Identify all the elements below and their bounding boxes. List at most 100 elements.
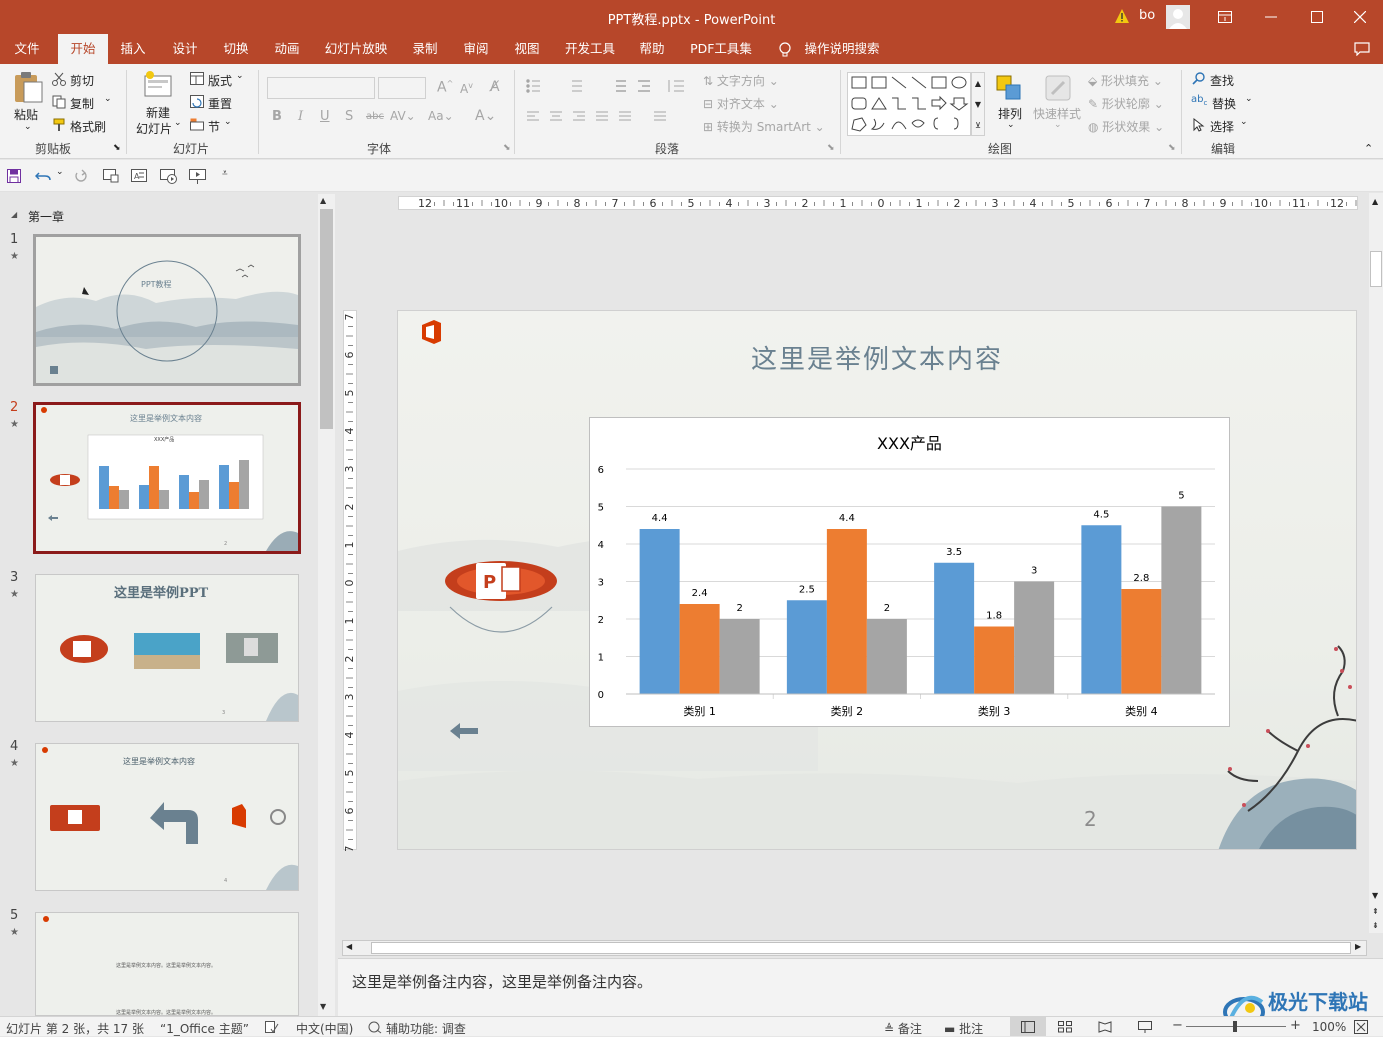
decrease-font-icon[interactable]: Av	[460, 81, 473, 96]
reading-view-icon[interactable]	[1098, 1021, 1112, 1033]
clipboard-launcher-icon[interactable]: ⬊	[113, 143, 121, 153]
replace-icon[interactable]: abc	[1191, 94, 1207, 107]
powerpoint-logo-graphic[interactable]: P	[438, 547, 568, 637]
text-direction-button[interactable]: ⇅ 文字方向 ⌄	[703, 72, 779, 89]
scrollbar-thumb[interactable]	[320, 209, 333, 429]
slideshow-icon[interactable]	[189, 169, 207, 185]
zoom-in-button[interactable]: +	[1290, 1018, 1301, 1033]
text-box-icon[interactable]: A	[131, 169, 147, 183]
tab-transitions[interactable]: 切换	[215, 34, 257, 64]
list-icons[interactable]	[526, 78, 610, 94]
slideshow-view-icon[interactable]	[1138, 1021, 1152, 1033]
thumbnail-slide-5[interactable]: 这里是举例文本内容。这里是举例文本内容。 这里是举例文本内容。这里是举例文本内容…	[35, 912, 299, 1016]
ribbon-display-icon[interactable]	[1202, 0, 1248, 34]
accessibility-icon[interactable]	[368, 1021, 382, 1034]
chart-bar[interactable]	[1014, 581, 1055, 695]
present-from-current-icon[interactable]	[160, 169, 178, 185]
tab-slideshow[interactable]: 幻灯片放映	[318, 34, 394, 64]
tab-home[interactable]: 开始	[58, 34, 108, 64]
scroll-up-icon[interactable]: ▲	[320, 196, 326, 205]
copy-icon[interactable]	[52, 95, 66, 109]
zoom-slider-thumb[interactable]	[1233, 1021, 1237, 1032]
chart-bar[interactable]	[679, 604, 720, 694]
scroll-right-icon[interactable]: ▶	[1355, 942, 1361, 951]
slide-sorter-icon[interactable]	[1058, 1021, 1072, 1033]
tab-help[interactable]: 帮助	[631, 34, 673, 64]
align-text-button[interactable]: ⊟ 对齐文本 ⌄	[703, 95, 779, 112]
thumbnail-slide-2[interactable]: 这里是举例文本内容 XXX产品 2	[33, 402, 301, 554]
paste-button[interactable]: 粘贴	[14, 106, 38, 123]
quick-styles-dropdown-icon[interactable]: ⌄	[1054, 120, 1062, 130]
line-spacing-icon[interactable]	[666, 78, 692, 94]
spelling-icon[interactable]	[265, 1021, 279, 1034]
tab-design[interactable]: 设计	[164, 34, 206, 64]
notes-toggle[interactable]: ≜ 备注	[884, 1020, 922, 1037]
alignment-icons[interactable]	[526, 110, 676, 124]
replace-dropdown-icon[interactable]: ⌄	[1245, 94, 1253, 104]
tab-animations[interactable]: 动画	[266, 34, 308, 64]
normal-view-button[interactable]	[1010, 1017, 1046, 1036]
shapes-gallery-scroll[interactable]: ▲ ▼ ⊻	[971, 72, 985, 136]
font-size-select[interactable]	[378, 77, 426, 99]
font-color-icon[interactable]: A⌄	[475, 108, 496, 124]
chart-bar[interactable]	[826, 529, 867, 694]
select-cursor-icon[interactable]	[1193, 118, 1205, 132]
quick-styles-icon[interactable]	[1042, 72, 1074, 104]
chart-bar[interactable]	[639, 529, 680, 694]
cut-icon[interactable]	[52, 72, 66, 86]
slide-title[interactable]: 这里是举例文本内容	[398, 339, 1356, 376]
prev-slide-icon[interactable]: ⇞	[1372, 907, 1379, 917]
paste-icon[interactable]	[12, 70, 44, 104]
chart-object[interactable]: XXX产品 0 1 2 3 4 5 6 4.4 2.4 2 类别 1 2.5 4.4 2 类别 2 3.5 1.…	[589, 417, 1230, 727]
chart-bar[interactable]	[786, 600, 827, 694]
scroll-down-icon[interactable]: ▼	[320, 1002, 326, 1011]
section-icon[interactable]	[190, 118, 204, 131]
strikethrough-icon[interactable]: abc	[366, 111, 384, 122]
maximize-button[interactable]	[1294, 0, 1340, 34]
thumbnails-scrollbar[interactable]: ▲ ▼	[318, 194, 335, 1016]
section-name[interactable]: 第一章	[28, 208, 64, 225]
indent-icons[interactable]	[610, 78, 654, 94]
thumbnail-slide-4[interactable]: 这里是举例文本内容 4	[35, 743, 299, 891]
avatar[interactable]	[1166, 5, 1190, 29]
close-button[interactable]	[1337, 0, 1383, 34]
undo-dropdown-icon[interactable]: ⌄	[56, 167, 64, 177]
warning-icon[interactable]	[1114, 8, 1130, 24]
reset-icon[interactable]	[190, 95, 204, 108]
arrange-dropdown-icon[interactable]: ⌄	[1007, 120, 1015, 130]
chart-bar[interactable]	[866, 619, 907, 694]
layout-button[interactable]: 版式	[208, 72, 232, 89]
drawing-launcher-icon[interactable]: ⬊	[1168, 143, 1176, 153]
chart-bar[interactable]	[1081, 525, 1122, 694]
find-icon[interactable]	[1192, 72, 1206, 86]
select-dropdown-icon[interactable]: ⌄	[1240, 117, 1248, 127]
scrollbar-thumb[interactable]	[371, 942, 1351, 954]
replace-button[interactable]: 替换	[1212, 95, 1236, 112]
tab-insert[interactable]: 插入	[112, 34, 154, 64]
scroll-left-icon[interactable]: ◀	[346, 942, 352, 951]
char-spacing-icon[interactable]: AV⌄	[390, 109, 416, 123]
tab-review[interactable]: 审阅	[455, 34, 497, 64]
paste-dropdown-icon[interactable]: ⌄	[24, 122, 32, 132]
chart-bar[interactable]	[974, 626, 1015, 695]
tab-record[interactable]: 录制	[404, 34, 446, 64]
thumbnail-slide-3[interactable]: 这里是举例PPT 3	[35, 574, 299, 722]
tab-developer[interactable]: 开发工具	[558, 34, 622, 64]
format-painter-icon[interactable]	[52, 118, 66, 132]
copy-dropdown-icon[interactable]: ⌄	[104, 94, 112, 104]
chart-bar[interactable]	[1161, 506, 1202, 695]
arrange-icon[interactable]	[995, 74, 1023, 102]
increase-font-icon[interactable]: A^	[437, 79, 453, 96]
thumbnail-slide-1[interactable]: PPT教程	[33, 234, 301, 386]
accessibility-status[interactable]: 辅助功能: 调查	[386, 1020, 466, 1037]
layout-dropdown-icon[interactable]: ⌄	[236, 71, 244, 81]
bold-icon[interactable]: B	[272, 109, 282, 124]
layout-icon[interactable]	[190, 72, 204, 85]
zoom-level[interactable]: 100%	[1312, 1020, 1346, 1034]
chart-bar[interactable]	[1121, 589, 1162, 694]
tab-file[interactable]: 文件	[4, 34, 50, 64]
change-case-icon[interactable]: Aa⌄	[428, 109, 454, 123]
smartart-button[interactable]: ⊞ 转换为 SmartArt ⌄	[703, 118, 825, 135]
section-collapse-icon[interactable]: ◢	[11, 210, 17, 219]
tab-pdf-tools[interactable]: PDF工具集	[684, 34, 758, 64]
